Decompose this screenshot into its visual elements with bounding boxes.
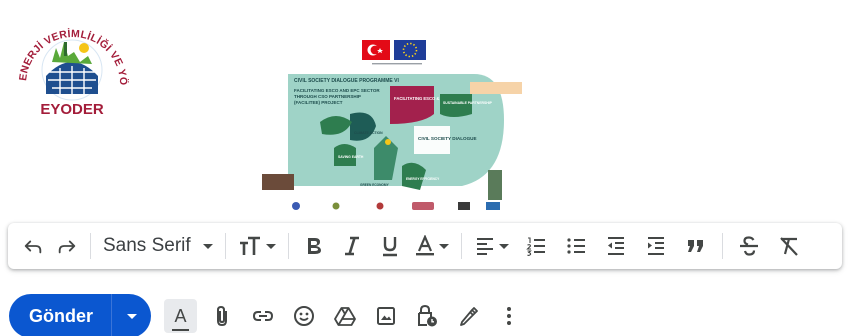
insert-photo-button[interactable] bbox=[369, 299, 402, 333]
emoji-icon bbox=[293, 306, 314, 326]
text-color-icon bbox=[415, 235, 434, 256]
send-button-group: Gönder bbox=[9, 294, 152, 336]
send-options-button[interactable] bbox=[111, 294, 152, 336]
indent-less-button[interactable] bbox=[596, 229, 636, 263]
google-drive-icon bbox=[333, 307, 356, 326]
confidential-mode-button[interactable] bbox=[410, 299, 443, 333]
logo-name: EYODER bbox=[40, 101, 104, 118]
chevron-down-icon bbox=[498, 243, 509, 249]
insert-link-button[interactable] bbox=[246, 299, 279, 333]
send-button-label: Gönder bbox=[29, 305, 94, 326]
insert-drive-button[interactable] bbox=[328, 299, 361, 333]
quote-button[interactable] bbox=[676, 229, 716, 263]
chevron-down-icon bbox=[265, 243, 276, 249]
indent-more-icon bbox=[647, 237, 664, 255]
font-size-button[interactable] bbox=[232, 229, 282, 263]
text-color-button[interactable] bbox=[409, 229, 455, 263]
strikethrough-icon bbox=[739, 236, 758, 256]
strikethrough-button[interactable] bbox=[729, 229, 769, 263]
attach-files-button[interactable] bbox=[205, 299, 238, 333]
undo-button[interactable] bbox=[16, 229, 50, 263]
formatting-toolbar: Sans Serif bbox=[8, 223, 842, 269]
compose-actions: A bbox=[164, 298, 525, 334]
text-size-icon bbox=[239, 236, 260, 255]
more-options-button[interactable] bbox=[492, 299, 525, 333]
bulleted-list-icon bbox=[567, 238, 585, 254]
poster-tag-climate: CLIMATE ACTION bbox=[354, 131, 383, 135]
eyoder-logo: ENERJİ VERİMLİLİĞİ VE YÖNETİMİ DERNEĞİ E… bbox=[8, 8, 130, 118]
toolbar-divider bbox=[287, 233, 289, 259]
italic-button[interactable] bbox=[333, 229, 371, 263]
poster-tag-green: GREEN ECONOMY bbox=[360, 183, 390, 187]
insert-signature-button[interactable] bbox=[451, 299, 484, 333]
poster-line4: (FACILITEE) PROJECT bbox=[294, 100, 343, 105]
bold-icon bbox=[307, 238, 321, 254]
poster-tag-partnership: SUSTAINABLE PARTNERSHIP bbox=[443, 101, 493, 105]
poster-line3: THROUGH CSO PARTNERSHIP bbox=[294, 94, 361, 99]
font-family-select[interactable]: Sans Serif bbox=[97, 229, 219, 263]
bulleted-list-button[interactable] bbox=[556, 229, 596, 263]
align-button[interactable] bbox=[468, 229, 516, 263]
underline-icon bbox=[382, 237, 397, 257]
undo-icon bbox=[24, 240, 42, 254]
toolbar-divider bbox=[90, 233, 91, 259]
indent-less-icon bbox=[607, 237, 624, 255]
chevron-down-icon bbox=[126, 313, 137, 319]
lock-clock-icon bbox=[417, 304, 437, 327]
partner-logos bbox=[292, 202, 500, 210]
font-family-value: Sans Serif bbox=[103, 235, 191, 256]
poster-line2: FACILITATING ESCO AND EPC SECTOR bbox=[294, 88, 380, 93]
link-icon bbox=[252, 311, 273, 321]
bold-button[interactable] bbox=[295, 229, 333, 263]
formatting-options-button[interactable]: A bbox=[164, 299, 197, 333]
indent-more-button[interactable] bbox=[636, 229, 676, 263]
poster-line1: CIVIL SOCIETY DIALOGUE PROGRAMME VI bbox=[294, 78, 399, 84]
poster-tag-efficiency: ENERGY EFFICIENCY bbox=[406, 177, 440, 181]
pen-icon bbox=[459, 307, 478, 326]
send-button[interactable]: Gönder bbox=[9, 294, 112, 336]
poster-tag-saving: SAVING EARTH bbox=[338, 155, 364, 159]
toolbar-divider bbox=[460, 233, 462, 259]
insert-emoji-button[interactable] bbox=[287, 299, 320, 333]
toolbar-divider bbox=[721, 233, 723, 259]
text-format-icon: A bbox=[172, 305, 189, 331]
align-left-icon bbox=[476, 238, 493, 255]
poster-tag-dialogue: CIVIL SOCIETY DIALOGUE bbox=[418, 136, 477, 141]
paperclip-icon bbox=[216, 305, 227, 327]
numbered-list-button[interactable] bbox=[516, 229, 556, 263]
remove-formatting-button[interactable] bbox=[769, 229, 809, 263]
quote-icon bbox=[687, 240, 703, 252]
more-vert-icon bbox=[506, 307, 511, 325]
toolbar-divider bbox=[224, 233, 226, 259]
underline-button[interactable] bbox=[371, 229, 409, 263]
italic-icon bbox=[344, 236, 359, 256]
redo-button[interactable] bbox=[50, 229, 84, 263]
numbered-list-icon bbox=[525, 237, 545, 256]
image-icon bbox=[376, 307, 395, 325]
chevron-down-icon bbox=[438, 243, 449, 249]
project-poster: CIVIL SOCIETY DIALOGUE PROGRAMME VI FACI… bbox=[262, 40, 522, 210]
redo-icon bbox=[58, 240, 76, 254]
clear-formatting-icon bbox=[779, 237, 798, 256]
chevron-down-icon bbox=[202, 243, 213, 249]
eu-flag-icon bbox=[394, 40, 426, 60]
